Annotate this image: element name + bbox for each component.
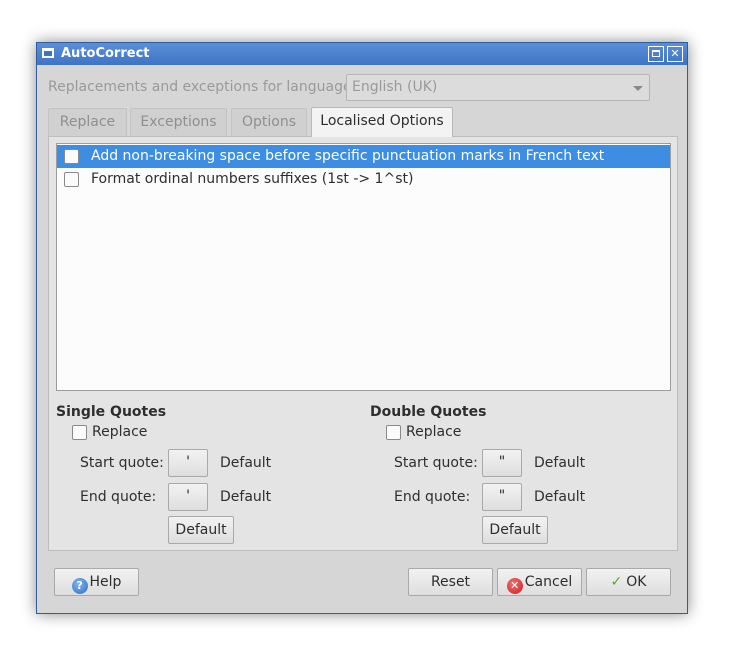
list-item[interactable]: Add non-breaking space before specific p…: [57, 145, 670, 168]
ok-label: OK: [626, 574, 647, 590]
tab-replace[interactable]: Replace: [48, 108, 127, 136]
single-replace-checkbox[interactable]: [72, 425, 87, 440]
cancel-button[interactable]: ✕ Cancel: [497, 568, 582, 596]
double-replace-label: Replace: [406, 424, 462, 440]
double-start-quote-button[interactable]: ": [482, 449, 522, 477]
option-checkbox[interactable]: [64, 172, 79, 187]
single-quotes-title: Single Quotes: [56, 404, 167, 420]
maximize-icon[interactable]: [648, 46, 664, 62]
single-default-button[interactable]: Default: [168, 516, 234, 544]
cancel-label: Cancel: [524, 574, 573, 590]
options-list[interactable]: Add non-breaking space before specific p…: [56, 143, 671, 391]
single-start-default-label: Default: [220, 455, 272, 471]
option-label: Add non-breaking space before specific p…: [91, 148, 605, 164]
help-icon: ?: [71, 578, 88, 594]
help-label: Help: [89, 574, 122, 590]
window-title: AutoCorrect: [61, 46, 150, 61]
title-bar[interactable]: AutoCorrect ✕: [37, 43, 687, 65]
language-selected-value: English (UK): [352, 79, 438, 95]
single-end-default-label: Default: [220, 489, 272, 505]
double-end-quote-button[interactable]: ": [482, 483, 522, 511]
list-item[interactable]: Format ordinal numbers suffixes (1st -> …: [57, 168, 670, 191]
cancel-icon: ✕: [506, 578, 523, 594]
window-icon: [42, 48, 54, 58]
double-end-default-label: Default: [534, 489, 586, 505]
single-start-quote-button[interactable]: ': [168, 449, 208, 477]
tab-localised-options[interactable]: Localised Options: [311, 107, 453, 137]
double-start-label: Start quote:: [394, 455, 478, 471]
double-start-default-label: Default: [534, 455, 586, 471]
option-checkbox[interactable]: [64, 149, 79, 164]
single-end-label: End quote:: [80, 489, 157, 505]
chevron-down-icon: [633, 86, 643, 91]
double-quotes-title: Double Quotes: [370, 404, 487, 420]
checkmark-icon: ✓: [610, 574, 623, 590]
language-label: Replacements and exceptions for language…: [48, 79, 357, 95]
autocorrect-dialog: AutoCorrect ✕ Replacements and exception…: [36, 42, 688, 614]
double-default-button[interactable]: Default: [482, 516, 548, 544]
option-label: Format ordinal numbers suffixes (1st -> …: [91, 171, 414, 187]
reset-button[interactable]: Reset: [408, 568, 493, 596]
ok-button[interactable]: ✓ OK: [586, 568, 671, 596]
localised-options-panel: Add non-breaking space before specific p…: [48, 136, 678, 551]
double-end-label: End quote:: [394, 489, 471, 505]
single-replace-label: Replace: [92, 424, 148, 440]
language-select[interactable]: English (UK): [346, 74, 650, 101]
tab-options[interactable]: Options: [231, 108, 307, 136]
double-replace-checkbox[interactable]: [386, 425, 401, 440]
single-end-quote-button[interactable]: ': [168, 483, 208, 511]
help-button[interactable]: ? Help: [54, 568, 139, 596]
single-start-label: Start quote:: [80, 455, 164, 471]
tab-exceptions[interactable]: Exceptions: [130, 108, 227, 136]
close-icon[interactable]: ✕: [667, 46, 683, 62]
